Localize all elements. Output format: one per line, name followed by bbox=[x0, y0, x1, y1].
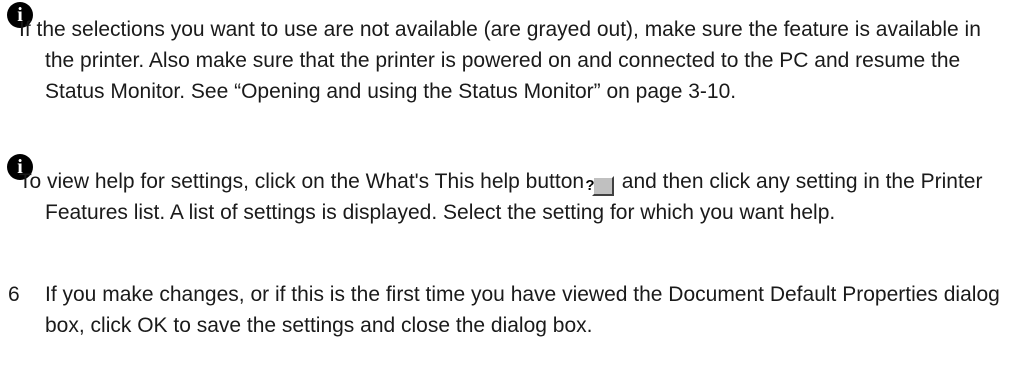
step-number: 6 bbox=[8, 283, 20, 306]
note-2-text: To view help for settings, click on the … bbox=[19, 166, 1010, 228]
whats-this-help-button-icon: ? bbox=[585, 176, 614, 196]
note-2-text-before: To view help for settings, click on the … bbox=[19, 170, 585, 193]
step-text: If you make changes, or if this is the f… bbox=[45, 283, 1000, 337]
note-1-text: If the selections you want to use are no… bbox=[19, 18, 981, 103]
